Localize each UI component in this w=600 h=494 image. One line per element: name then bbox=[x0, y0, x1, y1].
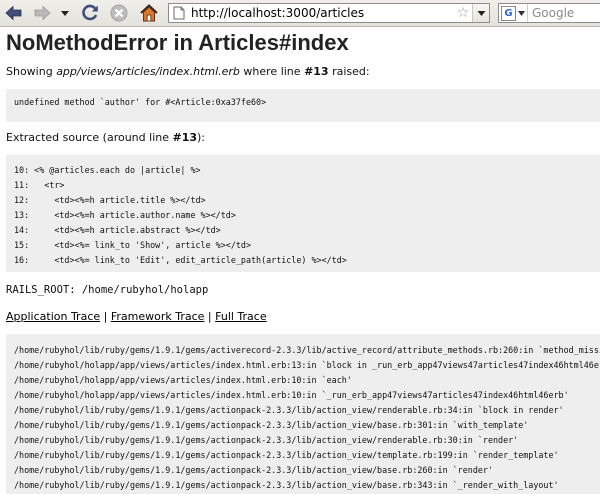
forward-button[interactable] bbox=[32, 2, 52, 24]
showing-line: Showing app/views/articles/index.html.er… bbox=[6, 65, 370, 78]
trace-line: /home/rubyhol/holapp/app/views/articles/… bbox=[14, 360, 600, 370]
trace-separator: | bbox=[204, 310, 216, 323]
error-title: NoMethodError in Articles#index bbox=[6, 30, 349, 55]
reload-icon bbox=[82, 4, 98, 21]
showing-prefix: Showing bbox=[6, 65, 57, 78]
search-engine-dropdown-icon bbox=[518, 10, 525, 16]
search-engine-button[interactable]: G bbox=[499, 4, 528, 22]
forward-icon bbox=[34, 5, 51, 21]
extracted-suffix: ): bbox=[197, 131, 206, 144]
back-button[interactable] bbox=[3, 2, 25, 24]
trace-separator: | bbox=[100, 310, 111, 323]
trace-line: /home/rubyhol/lib/ruby/gems/1.9.1/gems/a… bbox=[14, 405, 564, 415]
extracted-source-heading: Extracted source (around line #13): bbox=[6, 131, 205, 144]
home-icon bbox=[140, 4, 158, 22]
trace-line: /home/rubyhol/holapp/app/views/articles/… bbox=[14, 390, 569, 400]
source-line: 13: <td><%=h article.author.name %></td> bbox=[14, 210, 236, 220]
bookmark-star-icon[interactable]: ☆ bbox=[454, 4, 472, 22]
extracted-line-ref: #13 bbox=[172, 131, 198, 144]
rails-root: RAILS_ROOT: /home/rubyhol/holapp bbox=[6, 284, 209, 296]
search-input[interactable]: Google bbox=[528, 6, 574, 20]
source-code-box: 10: <% @articles.each do |article| %> 11… bbox=[6, 155, 600, 272]
stop-button[interactable] bbox=[108, 2, 130, 24]
page-icon bbox=[169, 4, 189, 22]
source-line: 15: <td><%= link_to 'Show', article %></… bbox=[14, 240, 251, 250]
trace-box: /home/rubyhol/lib/ruby/gems/1.9.1/gems/a… bbox=[6, 334, 600, 494]
trace-line: /home/rubyhol/lib/ruby/gems/1.9.1/gems/a… bbox=[14, 450, 559, 460]
browser-toolbar: http://localhost:3000/articles ☆ G Googl… bbox=[0, 0, 600, 27]
showing-suffix: raised: bbox=[328, 65, 370, 78]
extracted-prefix: Extracted source (around line bbox=[6, 131, 173, 144]
error-message-box: undefined method `author' for #<Article:… bbox=[6, 89, 600, 122]
reload-button[interactable] bbox=[79, 2, 101, 24]
error-message: undefined method `author' for #<Article:… bbox=[14, 97, 267, 107]
template-path: app/views/articles/index.html.erb bbox=[56, 65, 240, 78]
history-dropdown-icon bbox=[61, 11, 69, 16]
full-trace-link[interactable]: Full Trace bbox=[215, 310, 267, 323]
application-trace-link[interactable]: Application Trace bbox=[6, 310, 100, 323]
showing-mid: where line bbox=[239, 65, 305, 78]
trace-links: Application Trace | Framework Trace | Fu… bbox=[6, 310, 267, 323]
trace-line: /home/rubyhol/holapp/app/views/articles/… bbox=[14, 375, 352, 385]
trace-line: /home/rubyhol/lib/ruby/gems/1.9.1/gems/a… bbox=[14, 480, 559, 490]
source-line: 14: <td><%=h article.abstract %></td> bbox=[14, 225, 221, 235]
source-line: 16: <td><%= link_to 'Edit', edit_article… bbox=[14, 255, 347, 265]
trace-line: /home/rubyhol/lib/ruby/gems/1.9.1/gems/a… bbox=[14, 420, 529, 430]
line-ref: #13 bbox=[304, 65, 329, 78]
stop-icon bbox=[110, 4, 128, 22]
back-icon bbox=[5, 5, 22, 21]
source-line: 11: <tr> bbox=[14, 180, 65, 190]
home-button[interactable] bbox=[137, 2, 161, 24]
trace-line: /home/rubyhol/lib/ruby/gems/1.9.1/gems/a… bbox=[14, 345, 600, 355]
search-bar[interactable]: G Google bbox=[498, 3, 600, 23]
source-line: 10: <% @articles.each do |article| %> bbox=[14, 165, 201, 175]
search-engine-icon: G bbox=[501, 5, 516, 21]
framework-trace-link[interactable]: Framework Trace bbox=[111, 310, 205, 323]
url-dropdown-button[interactable] bbox=[472, 4, 489, 22]
trace-line: /home/rubyhol/lib/ruby/gems/1.9.1/gems/a… bbox=[14, 435, 519, 445]
history-dropdown-button[interactable] bbox=[58, 2, 72, 24]
trace-line: /home/rubyhol/lib/ruby/gems/1.9.1/gems/a… bbox=[14, 465, 494, 475]
url-bar[interactable]: http://localhost:3000/articles ☆ bbox=[168, 3, 490, 23]
source-line: 12: <td><%=h article.title %></td> bbox=[14, 195, 206, 205]
url-dropdown-icon bbox=[477, 10, 485, 16]
url-text[interactable]: http://localhost:3000/articles bbox=[189, 6, 454, 20]
